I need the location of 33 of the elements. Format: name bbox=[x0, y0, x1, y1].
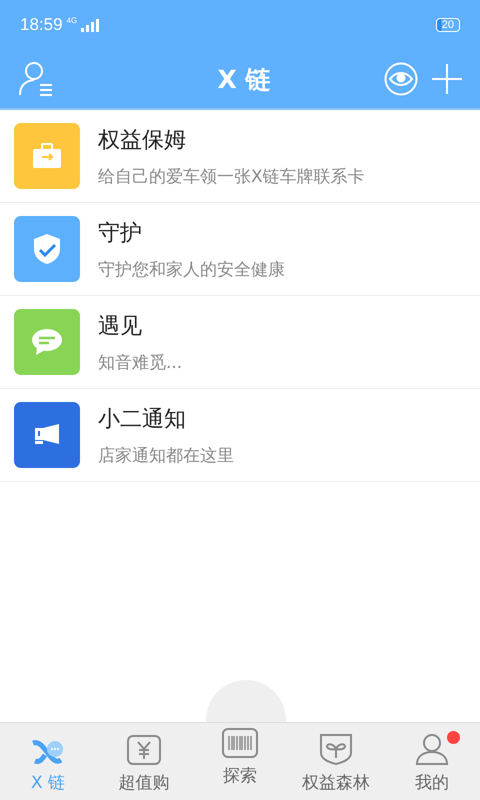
app-title: X 链 bbox=[216, 64, 272, 96]
megaphone-icon bbox=[34, 423, 60, 447]
signal-icon bbox=[81, 18, 100, 32]
app-tile[interactable] bbox=[14, 123, 80, 189]
sprout-icon bbox=[319, 733, 353, 765]
battery-level: 20 bbox=[436, 18, 460, 32]
briefcase-icon bbox=[32, 143, 62, 169]
nav-tab[interactable]: 探索 bbox=[192, 723, 288, 800]
item-subtitle: 守护您和家人的安全健康 bbox=[98, 258, 285, 280]
item-title: 遇见 bbox=[98, 312, 143, 340]
logo-icon bbox=[31, 739, 65, 765]
nav-tab[interactable]: 超值购 bbox=[96, 723, 192, 800]
nav-tab[interactable]: 我的 bbox=[384, 723, 480, 800]
shield-icon bbox=[33, 233, 61, 265]
app-tile[interactable] bbox=[14, 309, 80, 375]
nav-tab[interactable]: 权益森林 bbox=[288, 723, 384, 800]
item-title: 守护 bbox=[98, 220, 143, 248]
yuan-tag-icon bbox=[127, 735, 161, 765]
add-icon[interactable] bbox=[432, 64, 462, 94]
item-subtitle: 店家通知都在这里 bbox=[98, 444, 234, 466]
item-subtitle: 给自己的爱车领一张X链车牌联系卡 bbox=[98, 166, 365, 188]
app-tile[interactable] bbox=[14, 402, 80, 468]
chat-bubble-icon bbox=[31, 328, 63, 356]
item-title: 小二通知 bbox=[98, 406, 187, 434]
network-type: 4G bbox=[66, 16, 78, 25]
barcode-icon bbox=[222, 728, 258, 758]
eye-icon[interactable] bbox=[384, 62, 418, 96]
profile-menu-icon[interactable] bbox=[18, 61, 54, 97]
clock: 18:59 bbox=[20, 15, 63, 35]
item-subtitle: 知音难觅... bbox=[98, 352, 182, 374]
item-title: 权益保姆 bbox=[98, 126, 187, 154]
person-icon bbox=[415, 733, 449, 765]
app-tile[interactable] bbox=[14, 216, 80, 282]
